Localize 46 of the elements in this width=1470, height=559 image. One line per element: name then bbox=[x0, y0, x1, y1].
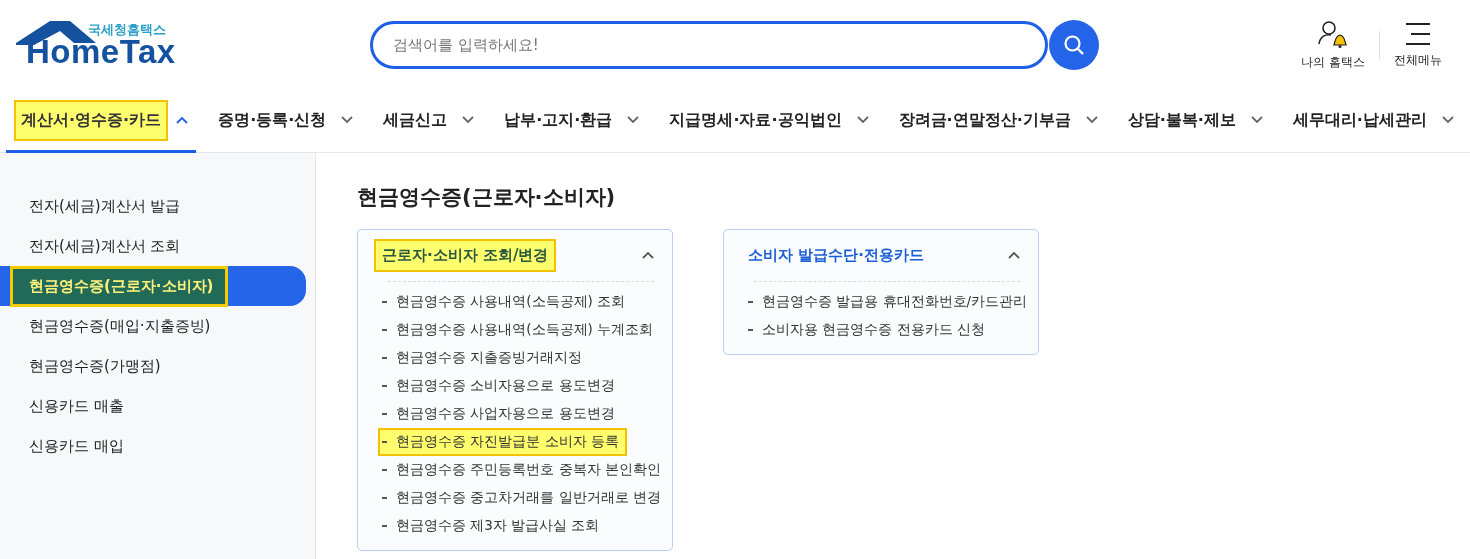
chevron-down-icon bbox=[1085, 116, 1098, 124]
chevron-up-icon bbox=[176, 116, 189, 124]
chevron-down-icon bbox=[462, 116, 475, 124]
search-icon bbox=[1063, 34, 1085, 56]
chevron-down-icon bbox=[856, 116, 869, 124]
menu-link[interactable]: 현금영수증 발급용 휴대전화번호/카드관리 bbox=[744, 288, 1036, 316]
menu-link[interactable]: 현금영수증 사용내역(소득공제) 누계조회 bbox=[378, 316, 662, 344]
page-title: 현금영수증(근로자·소비자) bbox=[357, 184, 617, 211]
nav-tab[interactable]: 지급명세·자료·공익법인 bbox=[654, 90, 877, 153]
chevron-down-icon bbox=[1441, 116, 1454, 124]
sidebar-item[interactable]: 신용카드 매출 bbox=[0, 386, 315, 426]
sidebar-item[interactable]: 전자(세금)계산서 발급 bbox=[0, 186, 315, 226]
sidebar-item[interactable]: 신용카드 매입 bbox=[0, 426, 315, 466]
logo-subtitle: 국세청홈택스 bbox=[88, 21, 166, 39]
menu-link[interactable]: 현금영수증 사용내역(소득공제) 조회 bbox=[378, 288, 634, 316]
search-field[interactable]: 검색어를 입력하세요! bbox=[370, 21, 1048, 69]
user-bell-icon bbox=[1318, 19, 1349, 48]
menu-link[interactable]: 현금영수증 중고차거래를 일반거래로 변경 bbox=[378, 484, 669, 512]
menu-icon bbox=[1405, 21, 1431, 46]
menu-link[interactable]: 소비자용 현금영수증 전용카드 신청 bbox=[744, 316, 993, 344]
sidebar-item[interactable]: 현금영수증(매입·지출증빙) bbox=[0, 306, 315, 346]
menu-link[interactable]: 현금영수증 제3자 발급사실 조회 bbox=[378, 512, 608, 540]
chevron-down-icon bbox=[1250, 116, 1263, 124]
nav-tab[interactable]: 세무대리·납세관리 bbox=[1277, 90, 1462, 153]
card-title[interactable]: 근로자·소비자 조회/변경 bbox=[374, 238, 557, 272]
sidebar-item[interactable]: 전자(세금)계산서 조회 bbox=[0, 226, 315, 266]
menu-link[interactable]: 현금영수증 지출증빙거래지정 bbox=[378, 344, 591, 372]
chevron-up-icon bbox=[1008, 251, 1020, 259]
menu-link[interactable]: 현금영수증 소비자용으로 용도변경 bbox=[378, 372, 623, 400]
search-button[interactable] bbox=[1049, 20, 1099, 70]
card-title[interactable]: 소비자 발급수단·전용카드 bbox=[740, 238, 932, 272]
nav-tab[interactable]: 세금신고 bbox=[368, 90, 483, 153]
nav-tab[interactable]: 납부·고지·환급 bbox=[489, 90, 648, 153]
nav-tab[interactable]: 증명·등록·신청 bbox=[203, 90, 362, 153]
chevron-up-icon bbox=[642, 251, 654, 259]
sidebar-item[interactable]: 현금영수증(근로자·소비자) bbox=[0, 266, 306, 306]
full-menu-button[interactable]: 전체메뉴 bbox=[1380, 21, 1456, 69]
menu-link[interactable]: 현금영수증 자진발급분 소비자 등록 bbox=[378, 428, 627, 456]
sidebar-item[interactable]: 현금영수증(가맹점) bbox=[0, 346, 315, 386]
menu-link[interactable]: 현금영수증 주민등록번호 중복자 본인확인 bbox=[378, 456, 669, 484]
chevron-down-icon bbox=[341, 116, 354, 124]
nav-tab[interactable]: 상담·불복·제보 bbox=[1112, 90, 1271, 153]
menu-link[interactable]: 현금영수증 사업자용으로 용도변경 bbox=[378, 400, 623, 428]
nav-tab[interactable]: 장려금·연말정산·기부금 bbox=[883, 90, 1106, 153]
my-hometax-button[interactable]: 나의 홈택스 bbox=[1287, 19, 1379, 71]
chevron-down-icon bbox=[627, 116, 640, 124]
